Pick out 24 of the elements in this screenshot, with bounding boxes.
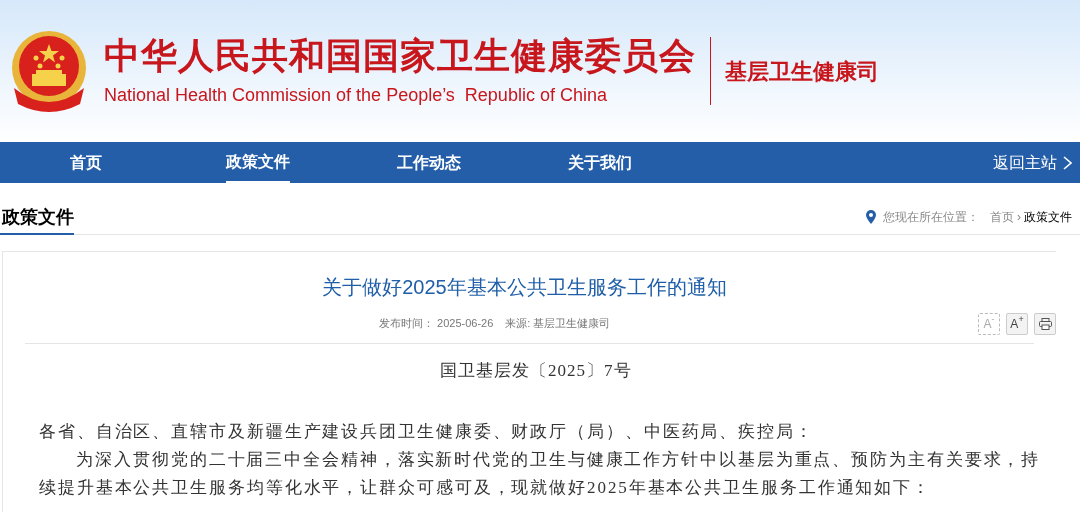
back-link[interactable]: 返回主站 (993, 142, 1072, 183)
nav-tab[interactable]: 政策文件 (226, 142, 290, 183)
nav-tab[interactable]: 关于我们 (568, 142, 632, 183)
department-name: 基层卫生健康司 (725, 57, 879, 86)
site-title: 中华人民共和国国家卫生健康委员会 (104, 34, 696, 78)
breadcrumb-separator: › (1017, 209, 1021, 226)
nav-tab[interactable]: 首页 (70, 142, 102, 183)
article-source: 来源: 基层卫生健康司 (505, 316, 611, 332)
print-button[interactable] (1034, 312, 1056, 335)
body-paragraph: 各省、自治区、直辖市及新疆生产建设兵团卫生健康委、财政厅（局）、中医药局、疾控局： (39, 420, 815, 443)
document-number: 国卫基层发〔2025〕7号 (440, 360, 633, 382)
nav-tab[interactable]: 工作动态 (397, 142, 461, 183)
site-subtitle: National Health Commission of the People’s Republic of China (104, 84, 608, 107)
printer-icon (1038, 317, 1052, 330)
font-size-button[interactable]: A$^{+}$ (1006, 312, 1028, 335)
section-title: 政策文件 (0, 204, 74, 235)
breadcrumb-link[interactable]: 首页 (990, 208, 1014, 226)
article-title: 关于做好2025年基本公共卫生服务工作的通知 (321, 275, 728, 300)
location-label: 您现在所在位置： (883, 209, 979, 226)
chevron-right-icon (1063, 155, 1072, 170)
body-paragraph: 为深入贯彻党的二十届三中全会精神，落实新时代党的卫生与健康工作方针中以基层为重点、预防为主有关要求，持续提升基本公共卫生服务均等化水平，让群众可感可及，现就做好2025年基本公共卫生服务工作通知如下： (39, 448, 1042, 499)
location-pin-icon (866, 210, 876, 224)
publish-date: 发布时间： 2025-06-26 (379, 316, 494, 332)
breadcrumb-link[interactable]: 政策文件 (1024, 208, 1072, 226)
